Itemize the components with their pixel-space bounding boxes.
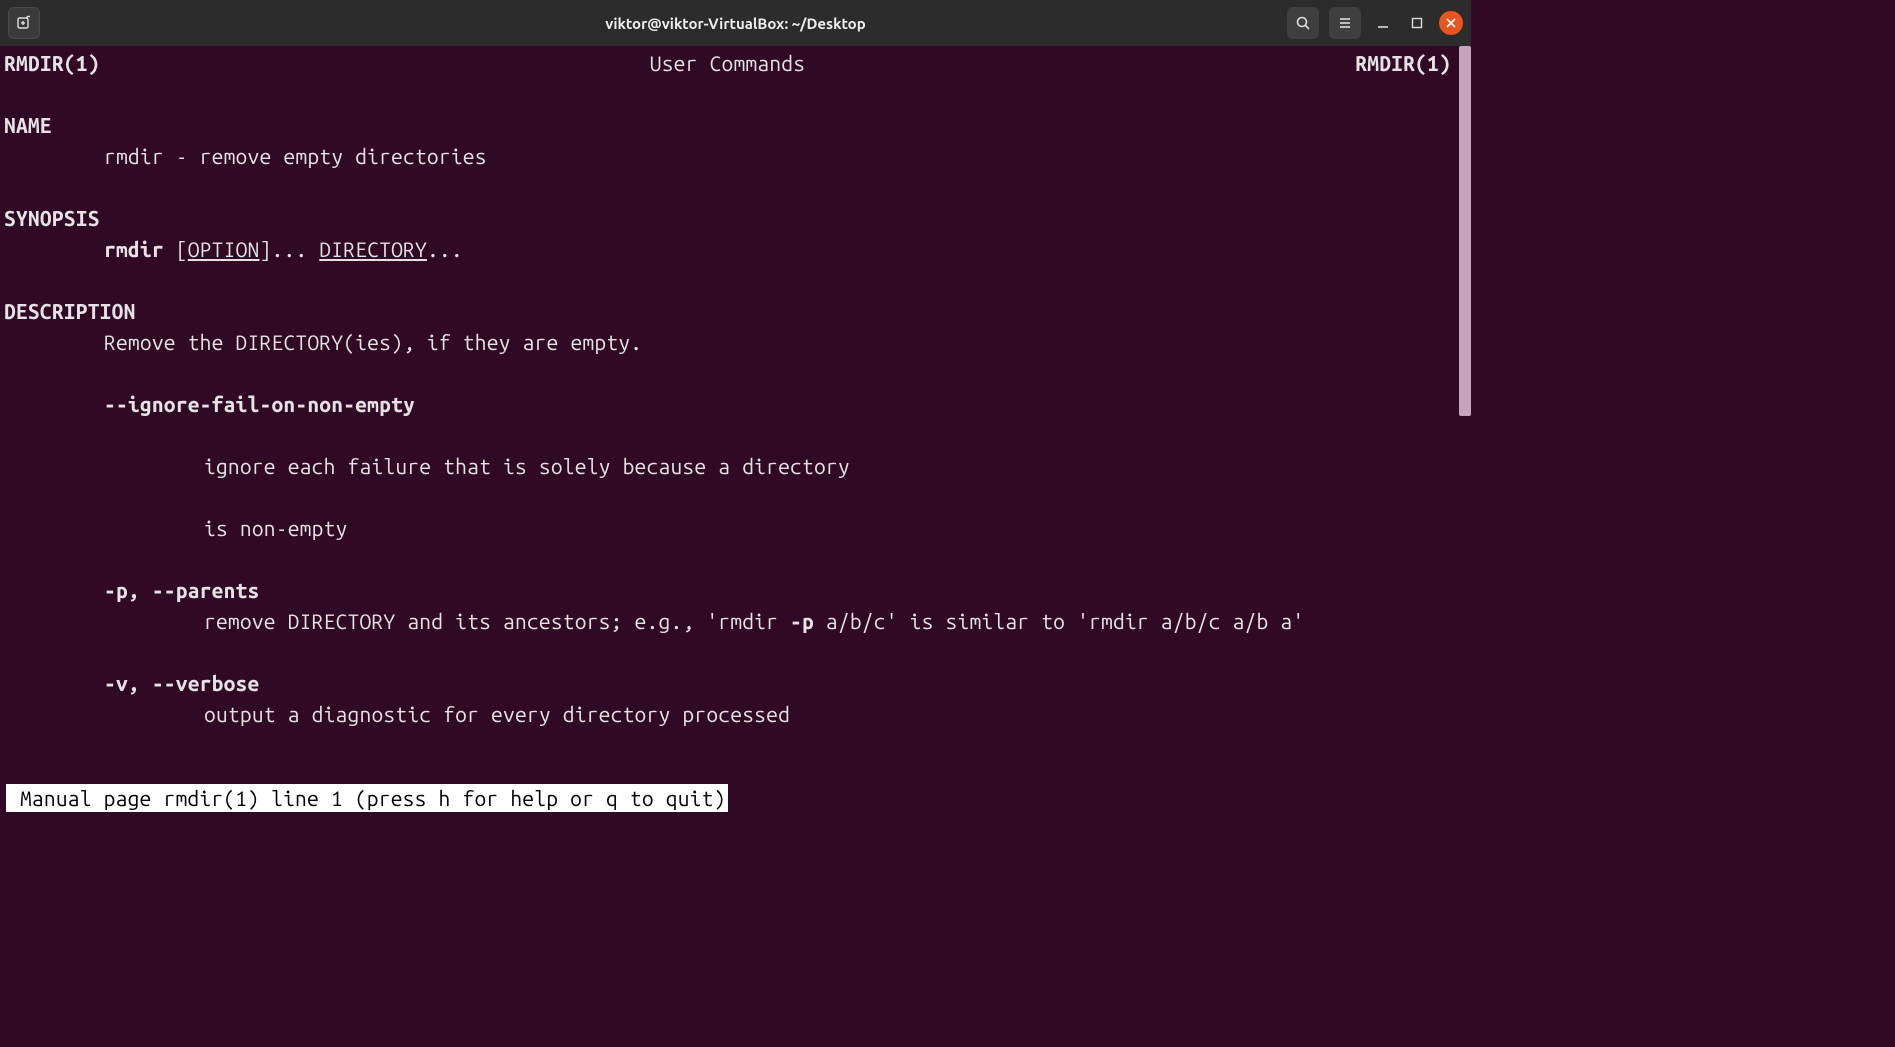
close-button[interactable]: [1439, 11, 1463, 35]
man-header-right: RMDIR(1): [1355, 48, 1451, 79]
option-ignore-fail: --ignore-fail-on-non-empty: [4, 389, 1471, 420]
description-line: Remove the DIRECTORY(ies), if they are e…: [4, 327, 1471, 358]
synopsis-mid: ]...: [260, 237, 320, 261]
option-ignore-fail-desc2: is non-empty: [4, 513, 1471, 544]
section-description: DESCRIPTION: [4, 296, 1471, 327]
synopsis-end: ...: [427, 237, 463, 261]
maximize-button[interactable]: [1405, 11, 1429, 35]
close-icon: [1446, 18, 1456, 28]
synopsis-option: OPTION: [188, 237, 260, 261]
option-parents-desc-post: a/b/c' is similar to 'rmdir a/b/c a/b a': [814, 609, 1304, 633]
window-title: viktor@viktor-VirtualBox: ~/Desktop: [0, 15, 1471, 32]
option-parents-flag: -p: [790, 609, 814, 633]
titlebar-left-controls: [8, 7, 46, 39]
maximize-icon: [1411, 17, 1423, 29]
hamburger-icon: [1337, 15, 1353, 31]
hamburger-menu-button[interactable]: [1329, 7, 1361, 39]
synopsis-cmd: rmdir: [104, 237, 164, 261]
man-header-center: User Commands: [650, 48, 805, 79]
minimize-icon: [1377, 17, 1389, 29]
option-parents: -p, --parents: [4, 575, 1471, 606]
new-tab-icon: [16, 15, 32, 31]
option-verbose: -v, --verbose: [4, 668, 1471, 699]
name-line: rmdir - remove empty directories: [4, 141, 1471, 172]
option-ignore-fail-desc1: ignore each failure that is solely becau…: [4, 451, 1471, 482]
section-synopsis: SYNOPSIS: [4, 203, 1471, 234]
option-verbose-desc: output a diagnostic for every directory …: [4, 699, 1471, 730]
synopsis-directory: DIRECTORY: [319, 237, 427, 261]
search-button[interactable]: [1287, 7, 1319, 39]
man-header-left: RMDIR(1): [4, 48, 100, 79]
titlebar-right-controls: [1287, 7, 1463, 39]
synopsis-line: rmdir [OPTION]... DIRECTORY...: [4, 234, 1471, 265]
option-parents-desc-pre: remove DIRECTORY and its ancestors; e.g.…: [204, 609, 790, 633]
terminal-viewport[interactable]: RMDIR(1) User Commands RMDIR(1) NAME rmd…: [0, 46, 1471, 812]
minimize-button[interactable]: [1371, 11, 1395, 35]
search-icon: [1295, 15, 1311, 31]
man-page-header: RMDIR(1) User Commands RMDIR(1): [4, 48, 1471, 79]
blank-line: [4, 420, 1471, 451]
man-status-line: Manual page rmdir(1) line 1 (press h for…: [6, 784, 728, 812]
new-tab-button[interactable]: [8, 7, 40, 39]
section-name: NAME: [4, 110, 1471, 141]
blank-line: [4, 482, 1471, 513]
option-parents-desc: remove DIRECTORY and its ancestors; e.g.…: [4, 606, 1471, 637]
synopsis-open: [: [164, 237, 188, 261]
window-titlebar: viktor@viktor-VirtualBox: ~/Desktop: [0, 0, 1471, 46]
